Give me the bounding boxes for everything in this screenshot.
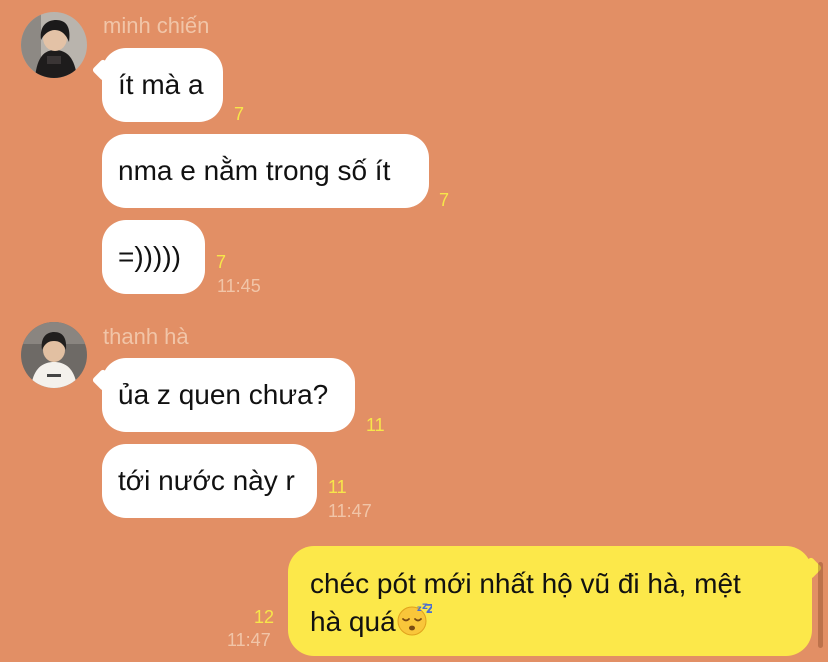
sleeping-face-icon: z z Z	[396, 601, 435, 645]
read-count: 11	[328, 477, 347, 497]
message-text: ít mà a	[118, 69, 204, 100]
read-count: 7	[234, 104, 245, 124]
message-text: =)))))	[118, 241, 181, 272]
read-count: 12	[254, 607, 275, 627]
message-bubble[interactable]: tới nước này r	[102, 444, 317, 518]
svg-text:Z: Z	[426, 602, 432, 616]
message-bubble[interactable]: ít mà a	[102, 48, 223, 122]
message-time: 11:45	[217, 276, 261, 296]
sender-name: thanh hà	[103, 324, 189, 349]
message-text: ủa z quen chưa?	[118, 379, 329, 410]
my-message-bubble[interactable]: chéc pót mới nhất hộ vũ đi hà, mệt hà qu…	[288, 546, 812, 656]
message-bubble[interactable]: nma e nằm trong số ít	[102, 134, 429, 208]
user-avatar-icon	[21, 12, 87, 78]
message-bubble[interactable]: ủa z quen chưa?	[102, 358, 355, 432]
user-avatar-icon	[21, 322, 87, 388]
message-text: tới nước này r	[118, 465, 295, 496]
avatar-thanh-ha[interactable]	[21, 322, 87, 388]
read-count: 7	[216, 252, 227, 272]
message-time: 11:47	[227, 630, 271, 650]
read-count: 11	[366, 415, 385, 435]
sender-name: minh chiến	[103, 13, 210, 38]
message-time: 11:47	[328, 501, 372, 521]
message-text-line-2: hà quá z z Z	[310, 601, 790, 645]
avatar-minh-chien[interactable]	[21, 12, 87, 78]
message-text: hà quá	[310, 606, 396, 637]
message-text-line: chéc pót mới nhất hộ vũ đi hà, mệt	[310, 568, 741, 599]
read-count: 7	[439, 190, 450, 210]
message-bubble[interactable]: =)))))	[102, 220, 205, 294]
message-text: nma e nằm trong số ít	[118, 155, 391, 186]
scrollbar[interactable]	[818, 562, 823, 648]
